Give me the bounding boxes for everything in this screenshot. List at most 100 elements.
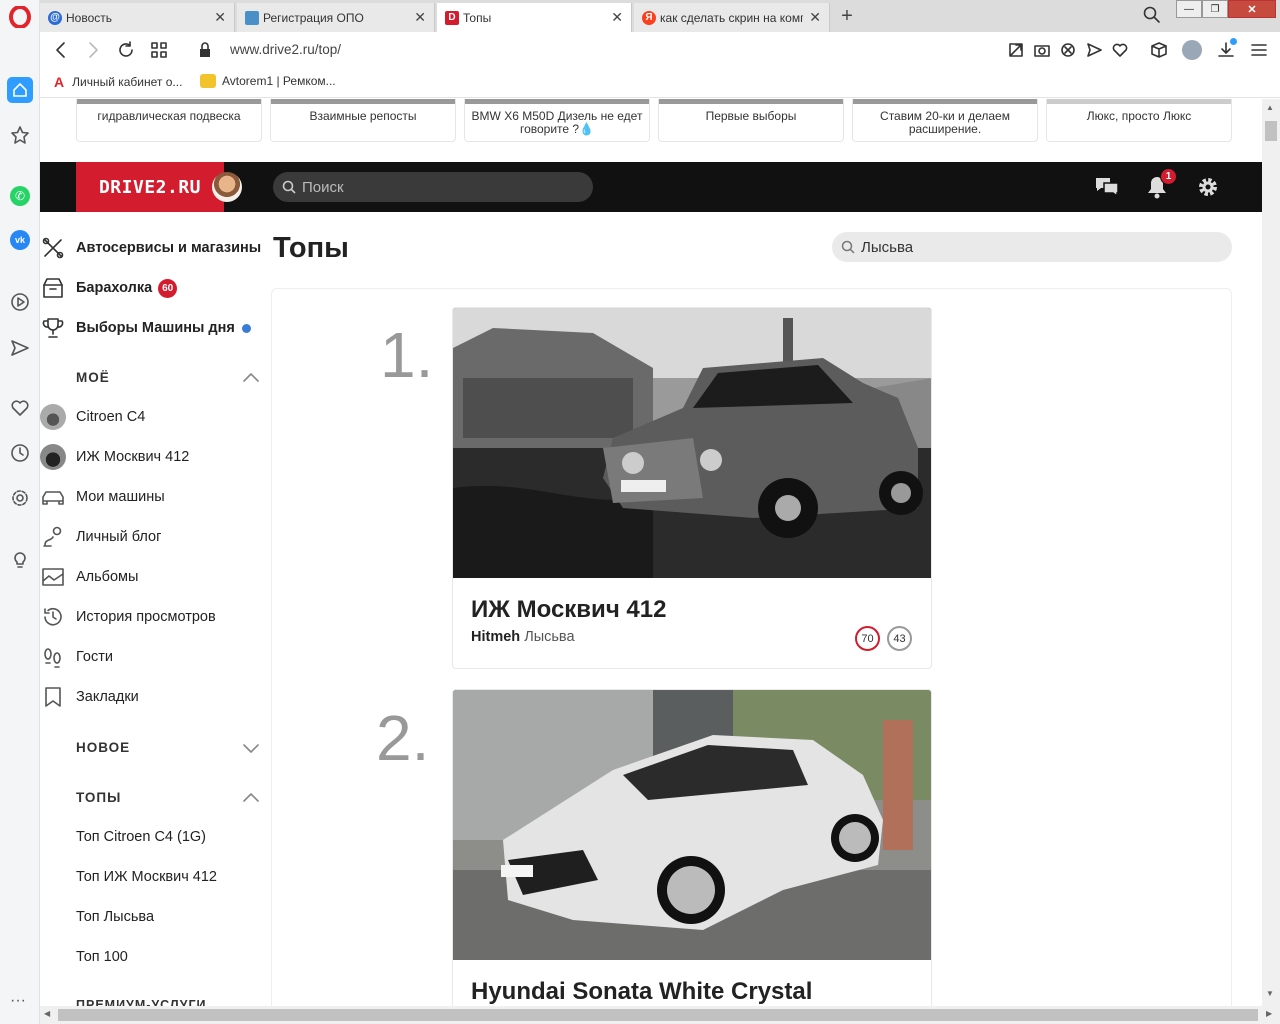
restore-icon[interactable]: ❐ xyxy=(1202,0,1228,18)
speed-dial-home-icon[interactable] xyxy=(7,77,33,103)
top-entry-card[interactable]: Hyundai Sonata White Crystal xyxy=(452,689,932,1006)
card-car-title[interactable]: ИЖ Москвич 412 xyxy=(471,596,666,624)
bookmark-item[interactable]: Avtorem1 | Ремком... xyxy=(200,74,336,88)
sidebar-item-history[interactable]: История просмотров xyxy=(40,605,216,629)
strip-thumb xyxy=(659,99,843,104)
car-photo[interactable] xyxy=(453,308,931,578)
scroll-right-arrow-icon[interactable]: ▶ xyxy=(1266,1009,1272,1018)
notifications-bell-icon[interactable]: 1 xyxy=(1146,168,1177,199)
lock-icon[interactable] xyxy=(198,41,212,59)
tab-novost[interactable]: @ Новость ✕ xyxy=(40,3,235,32)
top-entry-card[interactable]: ИЖ Москвич 412 Hitmeh Лысьва 70 43 xyxy=(452,307,932,669)
strip-card[interactable]: Ставим 20-ки и делаем расширение. xyxy=(852,99,1038,142)
sidebar-top-link[interactable]: Топ ИЖ Москвич 412 xyxy=(76,865,217,889)
opera-logo-icon[interactable] xyxy=(9,6,31,28)
close-tab-icon[interactable]: ✕ xyxy=(214,9,226,26)
horizontal-scrollbar[interactable]: ◀ ▶ xyxy=(40,1006,1280,1024)
section-topy-title[interactable]: ТОПЫ xyxy=(76,790,121,805)
vertical-scrollbar[interactable]: ▲ ▼ xyxy=(1262,99,1280,1006)
chevron-down-icon[interactable] xyxy=(242,743,260,755)
bookmark-item[interactable]: A Личный кабинет о... xyxy=(54,74,182,90)
vk-icon[interactable]: vk xyxy=(10,230,30,250)
car-photo[interactable] xyxy=(453,690,931,960)
card-car-title[interactable]: Hyundai Sonata White Crystal xyxy=(471,978,812,1006)
bookmark-heart-icon[interactable] xyxy=(1112,41,1128,59)
sidebar-item-autoservices[interactable]: Автосервисы и магазины xyxy=(40,236,261,260)
header-search-input[interactable]: Поиск xyxy=(273,172,593,202)
whatsapp-icon[interactable]: ✆ xyxy=(10,186,30,206)
comments-badge[interactable]: 43 xyxy=(887,626,912,651)
download-icon[interactable] xyxy=(1216,38,1237,60)
sidebar-item-albums[interactable]: Альбомы xyxy=(40,565,138,589)
close-tab-icon[interactable]: ✕ xyxy=(611,9,623,26)
new-tab-plus-icon[interactable]: + xyxy=(834,3,860,29)
settings-gear-icon[interactable] xyxy=(1196,175,1220,199)
chevron-up-icon[interactable] xyxy=(242,371,260,383)
tab-yandex[interactable]: Я как сделать скрин на комп ✕ xyxy=(634,3,830,32)
scroll-left-arrow-icon[interactable]: ◀ xyxy=(44,1009,50,1018)
tab-registration[interactable]: Регистрация ОПО ✕ xyxy=(237,3,435,32)
camera-icon[interactable] xyxy=(1034,41,1050,59)
settings-gear-icon[interactable] xyxy=(10,488,30,508)
sidebar-top-link[interactable]: Топ Лысьва xyxy=(76,905,154,929)
sidebar-top-link[interactable]: Топ 100 xyxy=(76,945,128,969)
sidebar-item-citroen[interactable]: Citroen C4 xyxy=(40,404,145,430)
section-premium-title[interactable]: ПРЕМИУМ-УСЛУГИ xyxy=(76,998,207,1006)
page-title: Топы xyxy=(273,232,349,264)
send-icon[interactable] xyxy=(10,338,30,358)
search-icon xyxy=(282,180,296,194)
strip-card[interactable]: BMW X6 M50D Дизель не едет говорите ?💧 xyxy=(464,99,650,142)
heart-icon[interactable] xyxy=(10,398,30,418)
url-field[interactable]: www.drive2.ru/top/ xyxy=(230,42,341,57)
sidebar-top-link[interactable]: Топ Citroen C4 (1G) xyxy=(76,825,206,849)
tab-topy[interactable]: D Топы ✕ xyxy=(437,3,632,32)
scroll-up-arrow-icon[interactable]: ▲ xyxy=(1266,103,1274,112)
tab-search-icon[interactable] xyxy=(1142,5,1162,25)
extensions-cube-icon[interactable] xyxy=(1150,41,1168,59)
strip-card[interactable]: Взаимные репосты xyxy=(270,99,456,142)
more-dots-icon[interactable]: ··· xyxy=(10,992,26,1010)
likes-badge[interactable]: 70 xyxy=(855,626,880,651)
close-tab-icon[interactable]: ✕ xyxy=(809,9,821,26)
history-clock-icon[interactable] xyxy=(10,443,30,463)
opera-sidebar: ✆ vk ··· xyxy=(0,0,40,1024)
section-moe-title[interactable]: МОЁ xyxy=(76,370,110,385)
player-icon[interactable] xyxy=(10,292,30,312)
chevron-up-icon[interactable] xyxy=(242,791,260,803)
hscroll-thumb[interactable] xyxy=(58,1009,1258,1021)
sidebar-item-my-cars[interactable]: Мои машины xyxy=(40,485,165,509)
drive2-logo[interactable]: DRIVE2.RU xyxy=(76,162,224,212)
tabs-grid-icon[interactable] xyxy=(151,42,167,58)
forward-icon[interactable] xyxy=(85,41,101,59)
sidebar-item-bookmarks[interactable]: Закладки xyxy=(40,685,139,709)
menu-lines-icon[interactable] xyxy=(1250,42,1268,58)
strip-card[interactable]: гидравлическая подвеска xyxy=(76,99,262,142)
back-icon[interactable] xyxy=(53,41,69,59)
city-filter-input[interactable]: Лысьва xyxy=(832,232,1232,262)
close-tab-icon[interactable]: ✕ xyxy=(414,9,426,26)
sidebar-item-baraholka[interactable]: Барахолка 60 xyxy=(40,276,178,300)
sidebar-item-guests[interactable]: Гости xyxy=(40,645,113,669)
sidebar-item-moskvich[interactable]: ИЖ Москвич 412 xyxy=(40,444,189,470)
sidebar-item-vybory[interactable]: Выборы Машины дня xyxy=(40,316,251,340)
close-window-icon[interactable]: ✕ xyxy=(1228,0,1276,18)
adblock-icon[interactable] xyxy=(1060,41,1076,59)
user-avatar[interactable] xyxy=(212,172,242,202)
strip-card[interactable]: Люкс, просто Люкс xyxy=(1046,99,1232,142)
reload-icon[interactable] xyxy=(117,41,135,59)
strip-card[interactable]: Первые выборы xyxy=(658,99,844,142)
author-name[interactable]: Hitmeh xyxy=(471,629,520,645)
profile-avatar-icon[interactable] xyxy=(1182,40,1202,60)
address-actions xyxy=(1008,41,1128,59)
scroll-thumb[interactable] xyxy=(1265,121,1277,141)
lightbulb-icon[interactable] xyxy=(10,549,30,569)
scroll-down-arrow-icon[interactable]: ▼ xyxy=(1266,989,1274,998)
sidebar-item-blog[interactable]: Личный блог xyxy=(40,525,161,549)
messages-icon[interactable] xyxy=(1094,175,1120,199)
share-icon[interactable] xyxy=(1008,41,1024,59)
minimize-icon[interactable]: — xyxy=(1176,0,1202,18)
section-novoe-title[interactable]: НОВОЕ xyxy=(76,740,130,755)
pinboard-star-icon[interactable] xyxy=(10,125,30,145)
send-arrow-icon[interactable] xyxy=(1086,41,1102,59)
rank-number: 1. xyxy=(380,319,434,391)
